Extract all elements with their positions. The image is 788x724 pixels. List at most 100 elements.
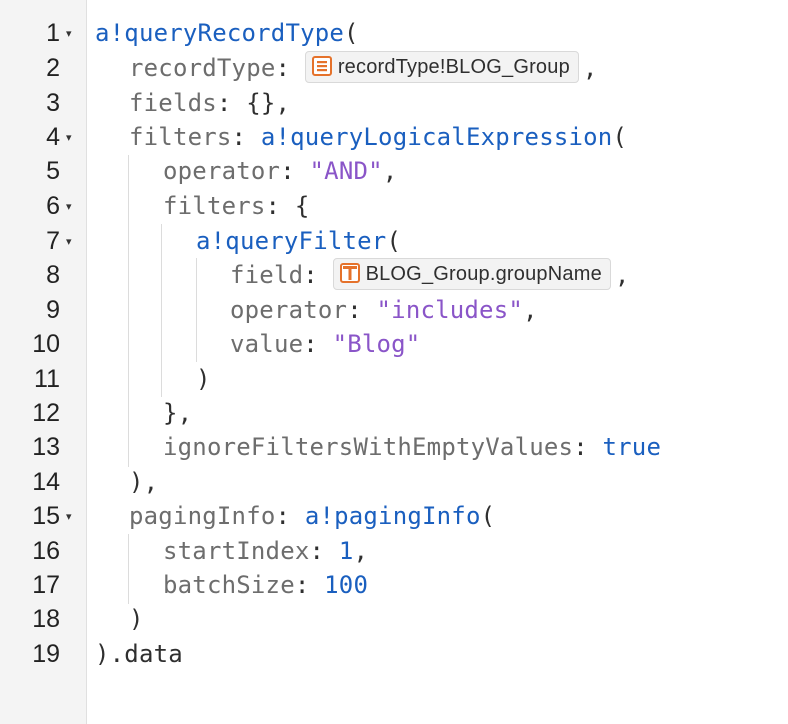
colon: :	[294, 571, 310, 599]
fold-toggle-icon[interactable]: ▾	[66, 500, 72, 534]
paren: ),	[129, 468, 159, 496]
indent-guide	[161, 224, 162, 397]
line-number: 13	[32, 433, 60, 461]
string-literal: "includes"	[376, 296, 524, 324]
param-key: pagingInfo	[129, 502, 276, 530]
colon: :	[275, 54, 291, 82]
paren: )	[129, 605, 144, 633]
code-line[interactable]: operator: "AND",	[163, 154, 397, 188]
param-key: value	[230, 330, 304, 358]
indent-guide	[128, 155, 129, 467]
boolean-literal: true	[602, 433, 662, 461]
code-line[interactable]: operator: "includes",	[230, 293, 538, 327]
param-key: filters	[129, 123, 232, 151]
param-key: operator	[230, 296, 348, 324]
code-line[interactable]: startIndex: 1,	[163, 534, 368, 568]
line-number: 2	[46, 54, 60, 82]
function-name: a!queryLogicalExpression	[260, 123, 613, 151]
empty-list: {},	[246, 89, 291, 117]
indent-guide	[128, 534, 129, 604]
param-key: ignoreFiltersWithEmptyValues	[163, 433, 574, 461]
paren: (	[344, 19, 359, 47]
line-number-gutter: 1 ▾ 2 3 4 ▾ 5 6 ▾ 7 ▾ 8 9 10 11 12 13 14…	[0, 0, 87, 724]
paren: )	[196, 365, 211, 393]
line-number: 11	[34, 365, 60, 393]
colon: :	[275, 502, 291, 530]
colon: :	[309, 537, 325, 565]
line-number: 19	[32, 640, 60, 668]
record-field-chip[interactable]: BLOG_Group.groupName	[332, 258, 611, 290]
code-line[interactable]: batchSize: 100	[163, 568, 368, 602]
fold-toggle-icon[interactable]: ▾	[66, 121, 72, 155]
code-line[interactable]: filters: a!queryLogicalExpression(	[129, 120, 627, 154]
code-editor[interactable]: 1 ▾ 2 3 4 ▾ 5 6 ▾ 7 ▾ 8 9 10 11 12 13 14…	[0, 0, 788, 724]
code-line[interactable]: },	[163, 396, 192, 430]
number-literal: 1	[338, 537, 354, 565]
line-number: 12	[32, 399, 60, 427]
record-type-icon	[311, 55, 332, 76]
comma: ,	[353, 537, 369, 565]
code-line[interactable]: fields: {},	[129, 86, 290, 120]
code-line[interactable]: )	[129, 602, 144, 636]
line-number: 16	[32, 537, 60, 565]
function-name: a!queryFilter	[196, 227, 387, 255]
param-key: startIndex	[163, 537, 310, 565]
line-number: 4	[46, 123, 60, 151]
string-literal: "Blog"	[332, 330, 421, 358]
line-number: 8	[46, 261, 60, 289]
line-number: 6	[46, 192, 60, 220]
code-line[interactable]: ).data	[95, 637, 183, 671]
param-key: fields	[129, 89, 217, 117]
indent-guide	[196, 258, 197, 362]
colon: :	[265, 192, 281, 220]
line-number: 1	[46, 19, 60, 47]
comma: ,	[582, 54, 598, 82]
code-line[interactable]: pagingInfo: a!pagingInfo(	[129, 499, 495, 533]
code-line[interactable]: value: "Blog"	[230, 327, 420, 361]
line-number: 10	[32, 330, 60, 358]
code-line[interactable]: filters: {	[163, 189, 310, 223]
data-accessor: ).data	[95, 640, 183, 668]
function-name: a!pagingInfo	[304, 502, 481, 530]
line-number: 9	[46, 296, 60, 324]
chip-label: BLOG_Group.groupName	[365, 263, 602, 285]
colon: :	[303, 261, 318, 289]
code-line[interactable]: ignoreFiltersWithEmptyValues: true	[163, 430, 661, 464]
line-number: 15	[32, 502, 60, 530]
colon: :	[216, 89, 232, 117]
param-key: filters	[163, 192, 266, 220]
code-line[interactable]: ),	[129, 465, 158, 499]
brace: {	[294, 192, 310, 220]
line-number: 7	[46, 227, 60, 255]
record-field-icon	[339, 262, 360, 283]
colon: :	[573, 433, 588, 461]
function-name: a!queryRecordType	[95, 19, 345, 47]
line-number: 17	[32, 571, 60, 599]
param-key: recordType	[129, 54, 276, 82]
code-line[interactable]: a!queryFilter(	[196, 224, 401, 258]
line-number: 14	[32, 468, 60, 496]
param-key: field	[230, 261, 304, 289]
paren: (	[612, 123, 628, 151]
code-line[interactable]: a!queryRecordType(	[95, 16, 359, 50]
paren: (	[480, 502, 496, 530]
code-line[interactable]: field: BLOG_Group.groupName,	[230, 258, 630, 292]
record-type-chip[interactable]: recordType!BLOG_Group	[304, 51, 579, 83]
paren: (	[386, 227, 402, 255]
line-number: 5	[46, 157, 60, 185]
comma: ,	[523, 296, 538, 324]
number-literal: 100	[324, 571, 369, 599]
fold-toggle-icon[interactable]: ▾	[66, 17, 72, 51]
string-literal: "AND"	[309, 157, 383, 185]
param-key: operator	[163, 157, 281, 185]
colon: :	[347, 296, 362, 324]
brace: },	[163, 399, 193, 427]
comma: ,	[614, 261, 630, 289]
fold-toggle-icon[interactable]: ▾	[66, 190, 72, 224]
code-line[interactable]: recordType: recordType!BLOG_Group,	[129, 51, 598, 85]
param-key: batchSize	[163, 571, 295, 599]
comma: ,	[382, 157, 398, 185]
fold-toggle-icon[interactable]: ▾	[66, 225, 72, 259]
code-line[interactable]: )	[196, 362, 211, 396]
colon: :	[231, 123, 247, 151]
